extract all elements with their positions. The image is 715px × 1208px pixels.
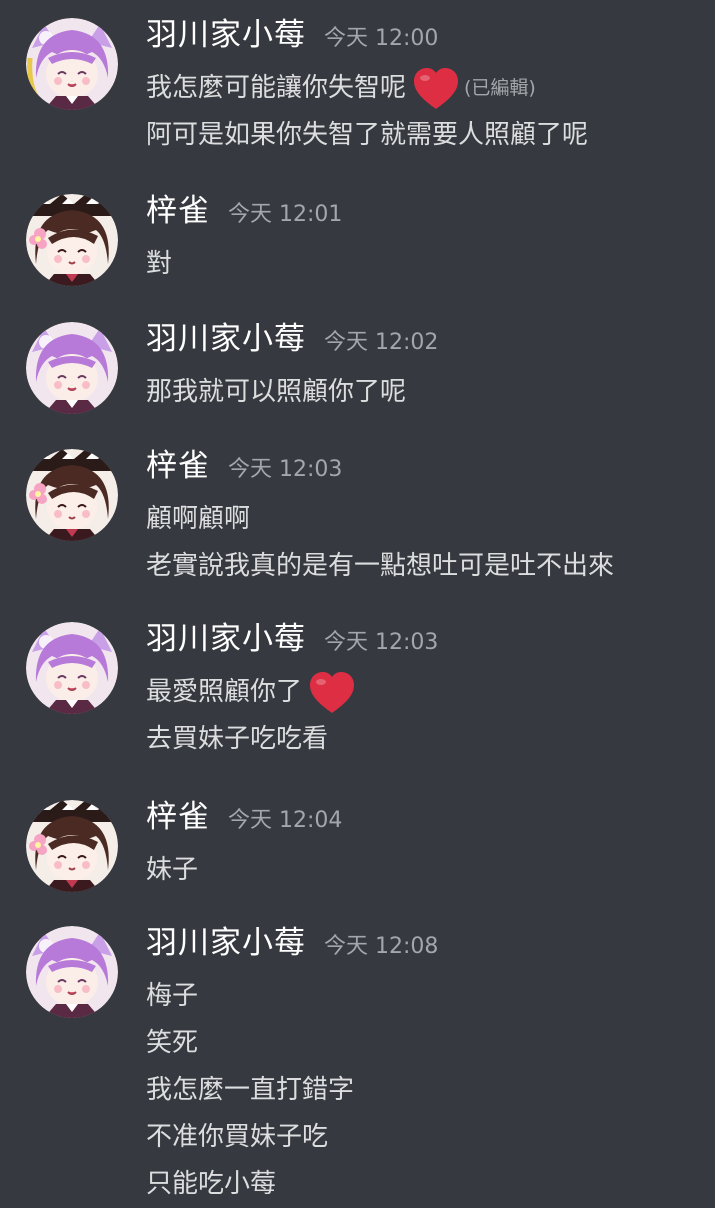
message-content: 只能吃小莓: [146, 1169, 277, 1199]
message-text: 我怎麼一直打錯字: [146, 1067, 354, 1114]
message-text: 老實說我真的是有一點想吐可是吐不出來: [146, 543, 614, 590]
message-lines: 對: [146, 241, 172, 288]
message-text: 笑死: [146, 1020, 354, 1067]
timestamp[interactable]: 今天 12:08: [324, 922, 438, 972]
timestamp[interactable]: 今天 12:04: [228, 796, 342, 846]
message-content: 對: [146, 249, 173, 279]
message-header: 梓雀 今天 12:04: [146, 792, 342, 842]
message-content: 阿可是如果你失智了就需要人照顧了呢: [146, 120, 589, 150]
avatar[interactable]: [26, 622, 118, 714]
message-text: 最愛照顧你了: [146, 669, 356, 716]
timestamp[interactable]: 今天 12:00: [324, 14, 438, 64]
message-header: 梓雀 今天 12:03: [146, 441, 342, 491]
avatar[interactable]: [26, 800, 118, 892]
username[interactable]: 羽川家小莓: [146, 314, 306, 364]
message-text: 對: [146, 241, 172, 288]
message-lines: 那我就可以照顧你了呢: [146, 369, 406, 416]
timestamp[interactable]: 今天 12:03: [324, 618, 438, 668]
message-content: 我怎麼一直打錯字: [146, 1075, 355, 1105]
message-content: 梅子: [146, 981, 199, 1011]
message-lines: 顧啊顧啊 老實說我真的是有一點想吐可是吐不出來: [146, 496, 614, 590]
message-lines: 梅子 笑死 我怎麼一直打錯字 不准你買妹子吃 只能吃小莓: [146, 973, 354, 1208]
red-heart-icon[interactable]: [412, 67, 460, 111]
edited-label: (已編輯): [464, 77, 536, 99]
purple-hair-avatar: [26, 622, 118, 714]
chat-message-list: 羽川家小莓 今天 12:00 我怎麼可能讓你失智呢 (已編輯) 阿可是如果你失智…: [0, 0, 715, 1200]
message-header: 羽川家小莓 今天 12:02: [146, 314, 438, 364]
red-heart-icon[interactable]: [308, 671, 356, 715]
message-lines: 最愛照顧你了 去買妹子吃吃看: [146, 669, 356, 763]
message-content: 老實說我真的是有一點想吐可是吐不出來: [146, 551, 615, 581]
timestamp[interactable]: 今天 12:03: [228, 445, 342, 495]
message-lines: 妹子: [146, 847, 198, 894]
message-text: 顧啊顧啊: [146, 496, 614, 543]
avatar[interactable]: [26, 449, 118, 541]
message-text: 妹子: [146, 847, 198, 894]
message-text: 去買妹子吃吃看: [146, 716, 356, 763]
message-text: 我怎麼可能讓你失智呢 (已編輯): [146, 65, 588, 112]
message-text: 阿可是如果你失智了就需要人照顧了呢: [146, 112, 588, 159]
message-header: 羽川家小莓 今天 12:03: [146, 614, 438, 664]
brown-hair-avatar: [26, 194, 118, 286]
purple-hair-avatar: [26, 322, 118, 414]
message-content: 去買妹子吃吃看: [146, 724, 329, 754]
brown-hair-avatar: [26, 800, 118, 892]
message-content: 我怎麼可能讓你失智呢: [146, 73, 407, 103]
username[interactable]: 梓雀: [146, 792, 210, 842]
avatar[interactable]: [26, 322, 118, 414]
message-content: 那我就可以照顧你了呢: [146, 377, 407, 407]
message-content: 妹子: [146, 855, 199, 885]
message-header: 梓雀 今天 12:01: [146, 186, 342, 236]
username[interactable]: 羽川家小莓: [146, 614, 306, 664]
message-text: 只能吃小莓: [146, 1161, 354, 1208]
message-text: 不准你買妹子吃: [146, 1114, 354, 1161]
timestamp[interactable]: 今天 12:02: [324, 318, 438, 368]
username[interactable]: 梓雀: [146, 186, 210, 236]
message-content: 笑死: [146, 1028, 199, 1058]
avatar[interactable]: [26, 18, 118, 110]
brown-hair-avatar: [26, 449, 118, 541]
avatar[interactable]: [26, 194, 118, 286]
username[interactable]: 羽川家小莓: [146, 10, 306, 60]
username[interactable]: 梓雀: [146, 441, 210, 491]
username[interactable]: 羽川家小莓: [146, 918, 306, 968]
purple-hair-avatar: [26, 926, 118, 1018]
message-content: 最愛照顧你了: [146, 677, 303, 707]
message-content: 不准你買妹子吃: [146, 1122, 329, 1152]
purple-hair-avatar: [26, 18, 118, 110]
message-content: 顧啊顧啊: [146, 504, 251, 534]
avatar[interactable]: [26, 926, 118, 1018]
message-text: 那我就可以照顧你了呢: [146, 369, 406, 416]
timestamp[interactable]: 今天 12:01: [228, 190, 342, 240]
message-text: 梅子: [146, 973, 354, 1020]
message-lines: 我怎麼可能讓你失智呢 (已編輯) 阿可是如果你失智了就需要人照顧了呢: [146, 65, 588, 159]
message-header: 羽川家小莓 今天 12:08: [146, 918, 438, 968]
message-header: 羽川家小莓 今天 12:00: [146, 10, 438, 60]
